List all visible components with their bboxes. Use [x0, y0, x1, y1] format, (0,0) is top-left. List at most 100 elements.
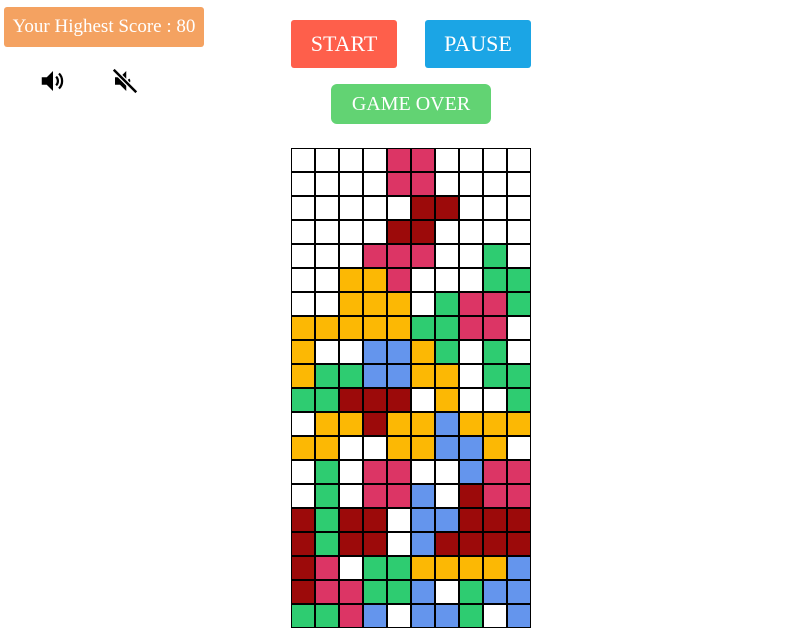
board-cell	[387, 412, 411, 436]
board-cell	[483, 532, 507, 556]
board-cell	[363, 556, 387, 580]
board-cell	[483, 412, 507, 436]
board-cell	[339, 604, 363, 628]
board-cell	[435, 388, 459, 412]
board-cell	[339, 292, 363, 316]
board-cell	[315, 268, 339, 292]
board-cell	[291, 292, 315, 316]
board-cell	[435, 364, 459, 388]
board-cell	[387, 316, 411, 340]
board-cell	[291, 604, 315, 628]
board-cell	[363, 316, 387, 340]
board-cell	[483, 244, 507, 268]
board-cell	[483, 340, 507, 364]
board-cell	[339, 172, 363, 196]
start-button[interactable]: START	[291, 20, 397, 68]
board-cell	[459, 148, 483, 172]
board-cell	[291, 364, 315, 388]
board-cell	[363, 172, 387, 196]
board-cell	[507, 436, 531, 460]
board-cell	[291, 580, 315, 604]
board-cell	[507, 604, 531, 628]
board-cell	[291, 412, 315, 436]
board-cell	[411, 172, 435, 196]
board-cell	[315, 316, 339, 340]
board-cell	[459, 508, 483, 532]
board-cell	[363, 532, 387, 556]
board-cell	[507, 316, 531, 340]
board-cell	[411, 580, 435, 604]
board-cell	[507, 292, 531, 316]
board-cell	[291, 388, 315, 412]
board-cell	[339, 340, 363, 364]
board-cell	[483, 148, 507, 172]
board-cell	[411, 604, 435, 628]
sound-off-button[interactable]	[108, 64, 142, 98]
board-cell	[459, 268, 483, 292]
speaker-mute-icon	[111, 67, 139, 95]
board-cell	[435, 484, 459, 508]
board-cell	[387, 460, 411, 484]
board-cell	[459, 460, 483, 484]
board-cell	[483, 604, 507, 628]
board-cell	[483, 580, 507, 604]
board-cell	[411, 436, 435, 460]
board-cell	[315, 436, 339, 460]
board-cell	[507, 532, 531, 556]
board-cell	[315, 484, 339, 508]
board-cell	[435, 556, 459, 580]
board-cell	[435, 460, 459, 484]
board-cell	[291, 556, 315, 580]
board-cell	[315, 292, 339, 316]
board-cell	[339, 460, 363, 484]
board-cell	[459, 196, 483, 220]
board-cell	[507, 364, 531, 388]
game-over-button[interactable]: GAME OVER	[331, 84, 491, 124]
board-cell	[507, 268, 531, 292]
board-cell	[483, 220, 507, 244]
board-cell	[411, 460, 435, 484]
board-cell	[291, 148, 315, 172]
board-cell	[459, 484, 483, 508]
board-cell	[459, 580, 483, 604]
board-cell	[291, 244, 315, 268]
board-cell	[459, 388, 483, 412]
board-cell	[363, 340, 387, 364]
board-cell	[435, 196, 459, 220]
board-cell	[315, 460, 339, 484]
board-cell	[363, 412, 387, 436]
pause-button[interactable]: PAUSE	[425, 20, 531, 68]
tetris-board	[291, 148, 531, 628]
board-cell	[483, 172, 507, 196]
board-cell	[315, 196, 339, 220]
board-cell	[411, 268, 435, 292]
board-cell	[315, 412, 339, 436]
board-cell	[411, 220, 435, 244]
board-cell	[435, 580, 459, 604]
board-cell	[459, 172, 483, 196]
sound-on-button[interactable]	[36, 64, 70, 98]
board-cell	[387, 484, 411, 508]
board-cell	[339, 484, 363, 508]
board-cell	[483, 508, 507, 532]
board-cell	[435, 268, 459, 292]
board-cell	[315, 340, 339, 364]
board-cell	[363, 148, 387, 172]
board-cell	[483, 268, 507, 292]
board-cell	[435, 220, 459, 244]
board-cell	[411, 292, 435, 316]
board-cell	[315, 556, 339, 580]
board-cell	[387, 436, 411, 460]
board-cell	[387, 364, 411, 388]
board-cell	[291, 436, 315, 460]
board-cell	[507, 340, 531, 364]
speaker-volume-icon	[41, 71, 64, 91]
board-cell	[387, 244, 411, 268]
board-cell	[507, 244, 531, 268]
board-cell	[387, 532, 411, 556]
board-cell	[387, 388, 411, 412]
board-cell	[507, 148, 531, 172]
board-cell	[315, 508, 339, 532]
board-cell	[507, 220, 531, 244]
board-cell	[291, 484, 315, 508]
